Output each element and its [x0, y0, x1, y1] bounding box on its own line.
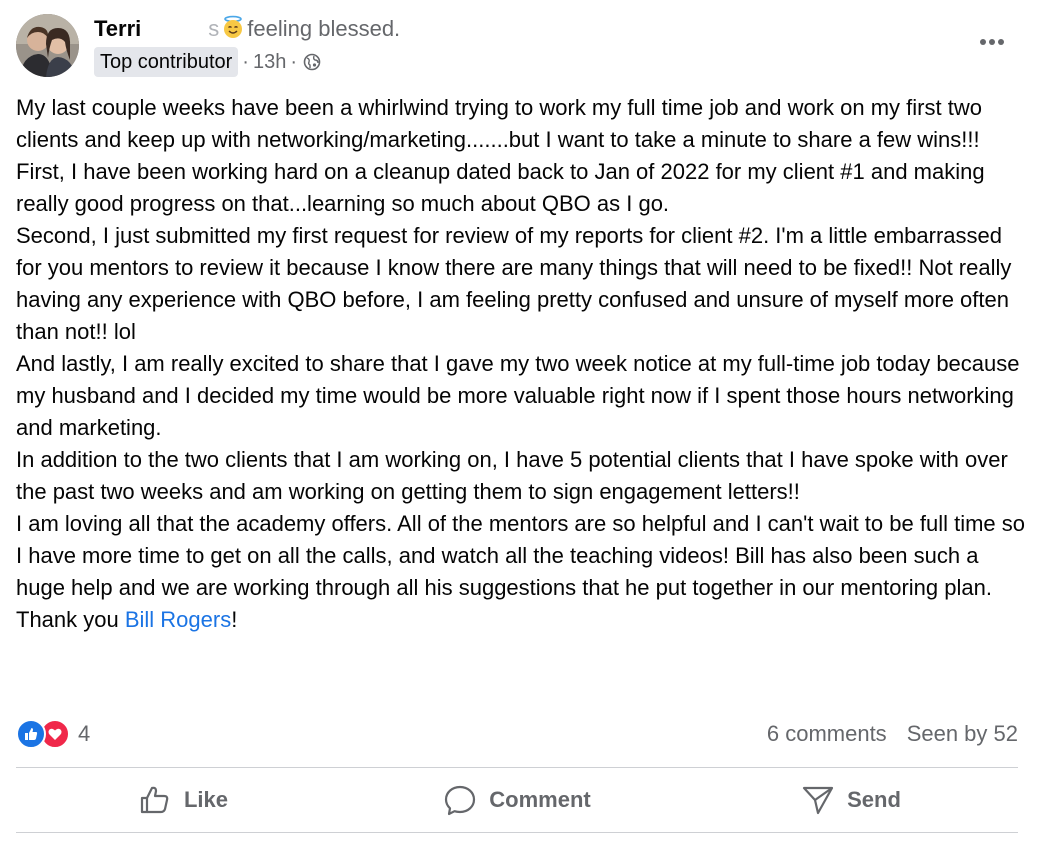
like-button[interactable]: Like: [16, 770, 350, 830]
post-paragraph-end: !: [231, 607, 238, 632]
post-paragraph: My last couple weeks have been a whirlwi…: [16, 95, 982, 152]
redacted-name-suffix: s: [208, 16, 220, 41]
post-header: Terri s feeling blessed. Top contributor …: [94, 14, 966, 77]
comment-button[interactable]: Comment: [350, 770, 684, 830]
comment-label: Comment: [489, 787, 591, 812]
comments-count[interactable]: 6 comments: [767, 721, 887, 747]
author-line: Terri s feeling blessed.: [94, 14, 966, 44]
post-paragraph: Second, I just submitted my first reques…: [16, 223, 1012, 344]
comment-icon: [445, 785, 476, 816]
mention-link[interactable]: Bill Rogers: [125, 607, 231, 632]
reaction-count: 4: [78, 721, 91, 746]
post-meta: Top contributor · 13h ·: [94, 47, 966, 77]
author-name[interactable]: Terri: [94, 16, 141, 41]
divider: [16, 832, 1018, 833]
more-dots-icon[interactable]: [978, 30, 1006, 50]
reactions-summary[interactable]: 4: [16, 718, 90, 750]
divider: [16, 767, 1018, 768]
meta-separator: ·: [242, 50, 249, 73]
meta-separator: ·: [290, 50, 298, 73]
post-paragraph: In addition to the two clients that I am…: [16, 447, 1008, 504]
feeling-text: feeling blessed.: [247, 16, 401, 41]
halo-face-icon: [224, 15, 243, 38]
like-label: Like: [183, 787, 229, 812]
author-avatar[interactable]: [16, 14, 79, 77]
like-reaction-icon: [16, 719, 46, 749]
send-button[interactable]: Send: [684, 770, 1018, 830]
post-timestamp[interactable]: 13h: [253, 51, 286, 74]
post-body: My last couple weeks have been a whirlwi…: [16, 92, 1032, 636]
post-card: Terri s feeling blessed. Top contributor …: [0, 0, 1046, 846]
thumbs-up-icon: [140, 786, 169, 814]
action-bar: Like Comment Send: [16, 770, 1018, 830]
globe-icon[interactable]: [303, 53, 321, 71]
post-paragraph: And lastly, I am really excited to share…: [16, 351, 1020, 440]
avatar-photo: [16, 14, 79, 77]
post-stats: 6 comments Seen by 52: [767, 718, 1018, 750]
top-contributor-badge[interactable]: Top contributor: [94, 47, 239, 77]
post-paragraph-last: I am loving all that the academy offers.…: [16, 508, 1032, 636]
send-label: Send: [847, 787, 901, 812]
post-paragraph: First, I have been working hard on a cle…: [16, 159, 985, 216]
seen-by-count[interactable]: Seen by 52: [907, 721, 1018, 747]
send-icon: [802, 786, 834, 815]
